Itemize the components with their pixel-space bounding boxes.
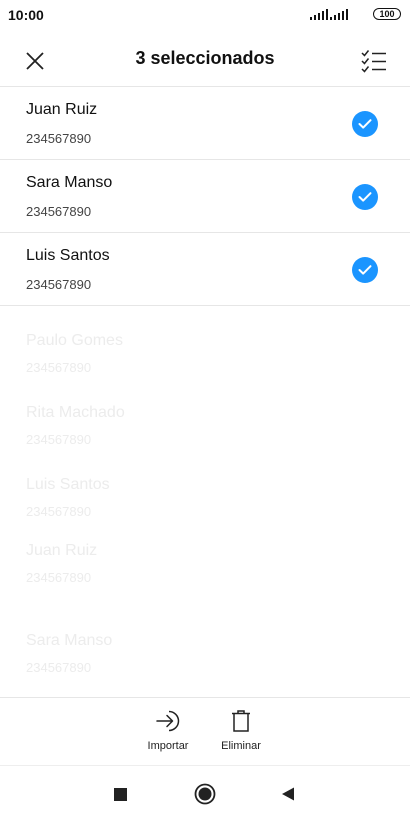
contact-phone: 234567890: [26, 277, 92, 292]
bg-contact-name: Sara Manso: [26, 632, 113, 649]
trash-icon: [206, 708, 276, 734]
selected-contact-row[interactable]: Sara Manso 234567890: [0, 160, 410, 233]
selected-contact-list: Juan Ruiz 234567890 Sara Manso 234567890…: [0, 87, 410, 306]
contact-name: Juan Ruiz: [26, 101, 98, 118]
back-button[interactable]: [274, 780, 302, 808]
signal-icon-2: [330, 8, 350, 20]
checklist-icon: [361, 50, 386, 73]
page-title: 3 seleccionados: [135, 48, 275, 68]
bg-contact-name: Rita Machado: [26, 404, 125, 421]
contact-phone: 234567890: [26, 204, 92, 219]
delete-button[interactable]: Eliminar: [206, 708, 276, 752]
check-icon[interactable]: [352, 184, 378, 210]
select-all-button[interactable]: [358, 46, 390, 76]
check-icon[interactable]: [352, 257, 378, 283]
import-icon: [133, 708, 203, 734]
back-triangle-icon: [282, 787, 294, 801]
bg-contact-name: Paulo Gomes: [26, 332, 123, 349]
action-bar: Importar Eliminar: [0, 698, 410, 764]
check-icon[interactable]: [352, 111, 378, 137]
bg-list-item: Sara Manso 234567890: [26, 632, 386, 675]
recents-button[interactable]: [106, 780, 134, 808]
import-label: Importar: [147, 740, 189, 752]
home-button[interactable]: [191, 780, 219, 808]
bg-contact-name: Juan Ruiz: [26, 542, 98, 559]
bg-contact-phone: 234567890: [26, 360, 92, 375]
contact-name: Sara Manso: [26, 174, 113, 191]
bg-contact-phone: 234567890: [26, 504, 92, 519]
bg-contact-phone: 234567890: [26, 660, 92, 675]
bg-contact-phone: 234567890: [26, 432, 92, 447]
square-icon: [113, 787, 127, 801]
import-button[interactable]: Importar: [133, 708, 203, 752]
navigation-bar: [0, 766, 410, 820]
status-bar: 10:00 100: [0, 0, 410, 32]
home-circle-icon: [194, 783, 216, 805]
selected-contact-row[interactable]: Luis Santos 234567890: [0, 233, 410, 306]
bg-list-item: Luis Santos 234567890: [26, 476, 386, 519]
bg-list-item: Paulo Gomes 234567890: [26, 332, 386, 375]
delete-label: Eliminar: [221, 740, 261, 752]
bg-contact-name: Luis Santos: [26, 476, 110, 493]
bg-list-item: Rita Machado 234567890: [26, 404, 386, 447]
contact-phone: 234567890: [26, 131, 92, 146]
header: 3 seleccionados: [0, 38, 410, 84]
battery-icon: 100: [373, 8, 401, 20]
bg-list-item: Juan Ruiz 234567890: [26, 542, 386, 585]
bg-contact-phone: 234567890: [26, 570, 92, 585]
contact-name: Luis Santos: [26, 247, 110, 264]
signal-icon: [310, 8, 330, 20]
status-time: 10:00: [8, 7, 44, 23]
selected-contact-row[interactable]: Juan Ruiz 234567890: [0, 87, 410, 160]
